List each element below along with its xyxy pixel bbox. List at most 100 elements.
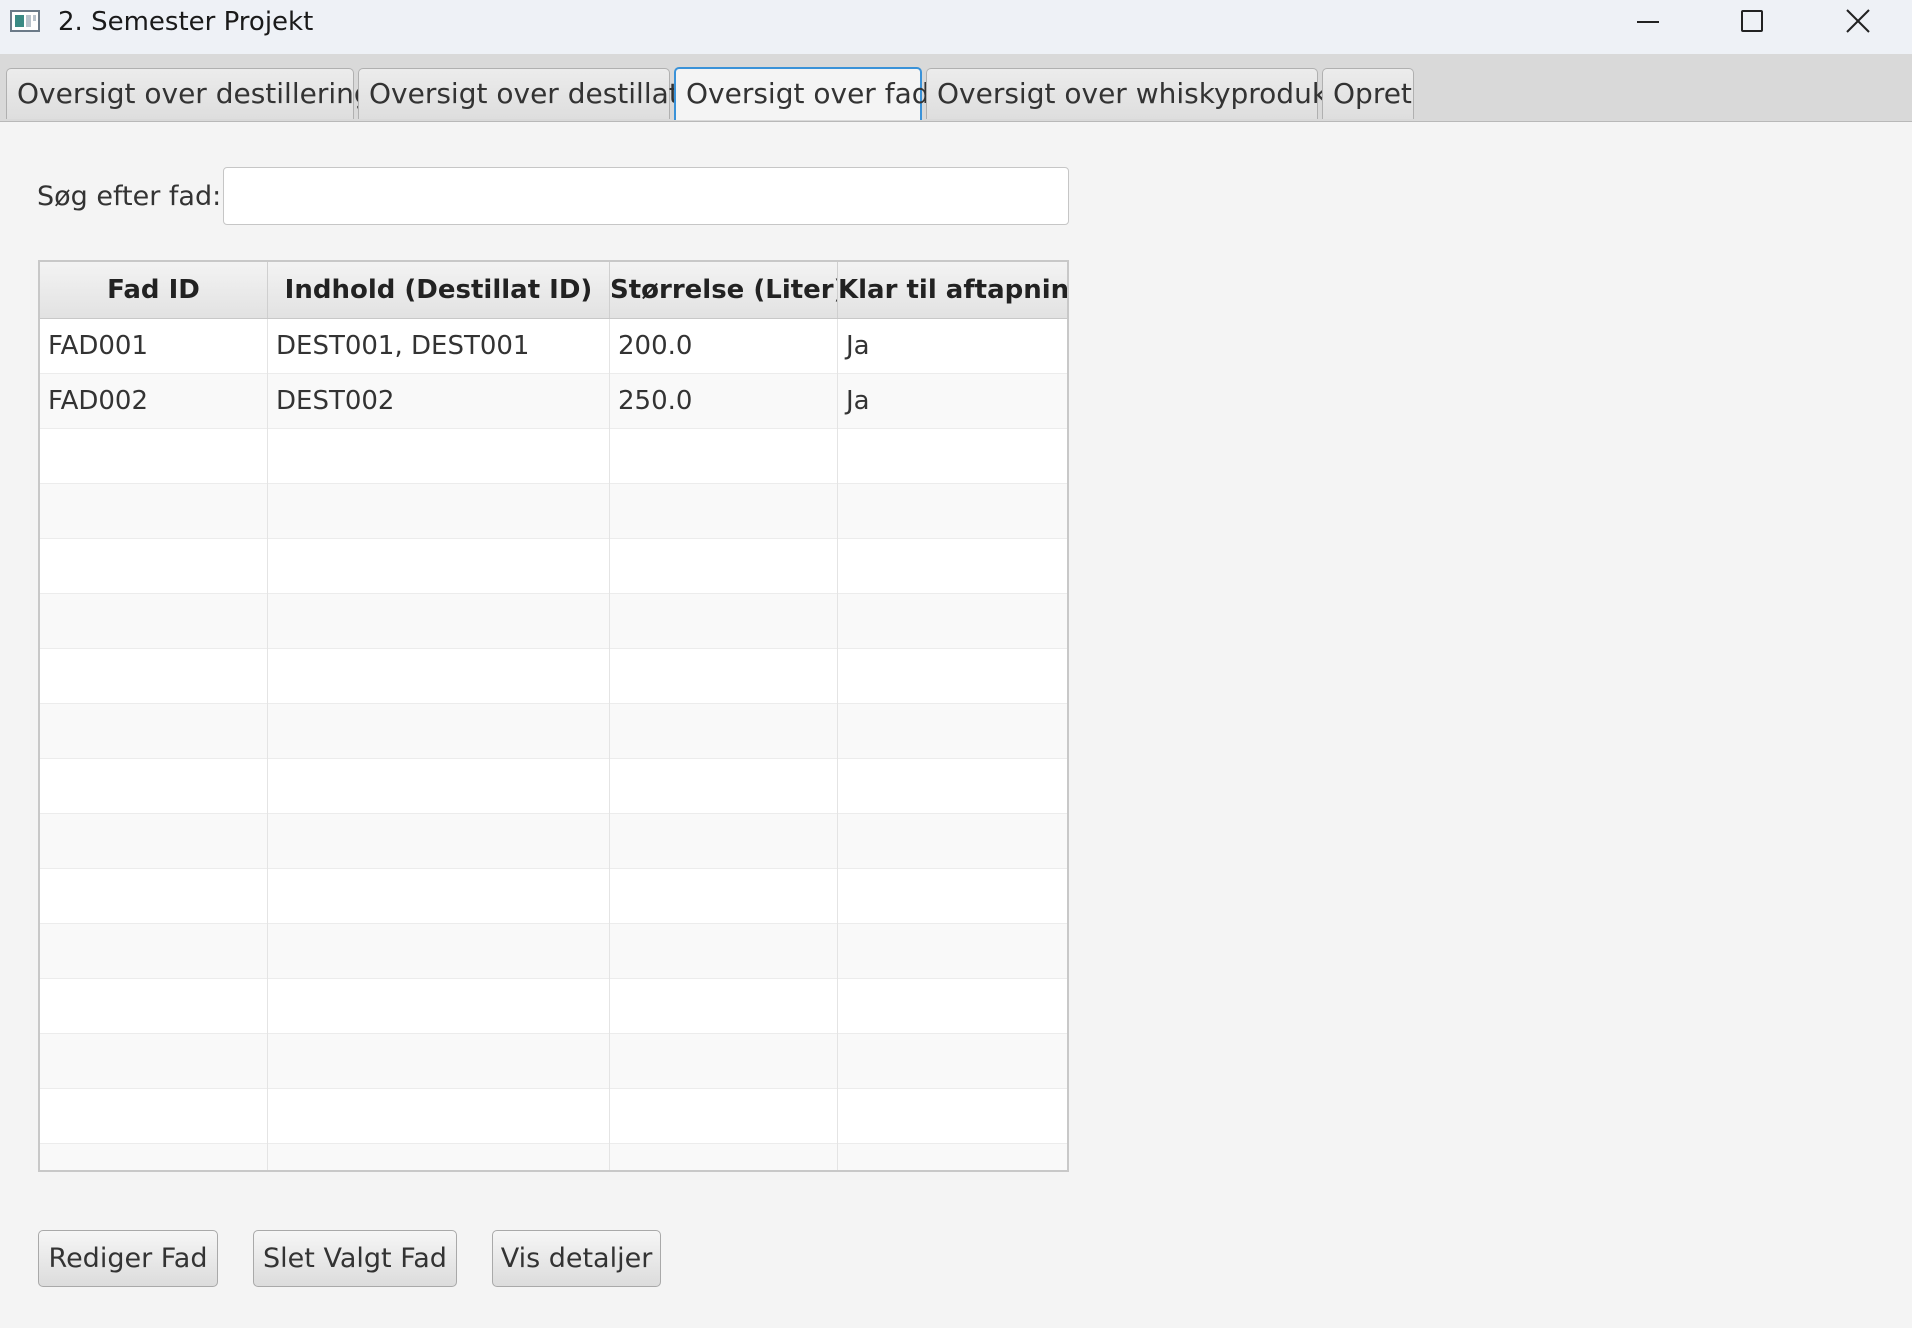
table-cell — [40, 539, 268, 594]
table-row[interactable] — [40, 594, 1067, 649]
table-row[interactable] — [40, 704, 1067, 759]
title-bar: 2. Semester Projekt — [0, 0, 1912, 54]
table-cell — [40, 814, 268, 869]
table-cell — [610, 429, 838, 484]
table-cell — [838, 594, 1067, 649]
table-cell — [610, 484, 838, 539]
table-cell — [268, 814, 610, 869]
tab-opret[interactable]: Opret — [1322, 68, 1414, 119]
table-cell — [838, 649, 1067, 704]
column-header-fad-id[interactable]: Fad ID — [40, 262, 268, 318]
table-cell — [268, 759, 610, 814]
barrel-table[interactable]: Fad ID Indhold (Destillat ID) Størrelse … — [38, 260, 1069, 1172]
table-cell — [838, 979, 1067, 1034]
table-cell — [268, 484, 610, 539]
app-icon — [10, 10, 40, 32]
delete-barrel-button[interactable]: Slet Valgt Fad — [253, 1230, 457, 1287]
table-cell — [40, 1034, 268, 1089]
table-cell — [40, 924, 268, 979]
table-cell — [610, 759, 838, 814]
show-details-button[interactable]: Vis detaljer — [492, 1230, 661, 1287]
table-row[interactable] — [40, 814, 1067, 869]
table-cell — [838, 924, 1067, 979]
edit-barrel-button[interactable]: Rediger Fad — [38, 1230, 218, 1287]
tab-bar: Oversigt over destilleringer Oversigt ov… — [0, 54, 1912, 122]
table-row[interactable] — [40, 869, 1067, 924]
table-cell — [268, 539, 610, 594]
table-row[interactable]: FAD002 DEST002 250.0 Ja — [40, 374, 1067, 429]
tab-destilleringer[interactable]: Oversigt over destilleringer — [6, 68, 400, 119]
maximize-button[interactable] — [1700, 0, 1804, 44]
table-cell — [838, 539, 1067, 594]
table-cell — [268, 594, 610, 649]
table-cell — [838, 759, 1067, 814]
table-cell — [610, 869, 838, 924]
table-cell — [268, 704, 610, 759]
tab-destillater[interactable]: Oversigt over destillater — [358, 68, 709, 119]
table-cell — [838, 704, 1067, 759]
minimize-button[interactable] — [1596, 0, 1700, 44]
table-cell — [40, 759, 268, 814]
table-cell — [40, 869, 268, 924]
minimize-icon — [1637, 21, 1659, 23]
column-header-stoerrelse[interactable]: Størrelse (Liter) — [610, 262, 838, 318]
table-cell: 200.0 — [610, 319, 838, 374]
table-cell — [610, 594, 838, 649]
table-cell — [838, 429, 1067, 484]
maximize-icon — [1741, 10, 1763, 32]
table-row[interactable] — [40, 1089, 1067, 1144]
table-row[interactable] — [40, 484, 1067, 539]
table-cell — [610, 649, 838, 704]
table-cell — [838, 869, 1067, 924]
close-button[interactable] — [1806, 0, 1910, 44]
table-header: Fad ID Indhold (Destillat ID) Størrelse … — [40, 262, 1067, 319]
search-label: Søg efter fad: — [37, 181, 222, 212]
tab-fade[interactable]: Oversigt over fade — [674, 67, 947, 120]
table-cell — [268, 1144, 610, 1170]
table-cell — [268, 429, 610, 484]
table-body: FAD001 DEST001, DEST001 200.0 Ja FAD002 DEST0… — [40, 319, 1067, 1170]
table-cell — [40, 979, 268, 1034]
table-cell — [610, 814, 838, 869]
table-cell — [610, 704, 838, 759]
table-cell — [40, 704, 268, 759]
table-cell — [40, 594, 268, 649]
close-icon — [1846, 9, 1870, 33]
table-cell — [268, 1089, 610, 1144]
table-cell — [838, 1089, 1067, 1144]
table-cell — [40, 484, 268, 539]
table-cell — [40, 649, 268, 704]
column-header-klar[interactable]: Klar til aftapning — [838, 262, 1067, 318]
table-cell — [838, 484, 1067, 539]
table-cell — [40, 429, 268, 484]
window-title: 2. Semester Projekt — [58, 7, 314, 37]
table-row[interactable] — [40, 539, 1067, 594]
table-cell — [268, 924, 610, 979]
table-cell: DEST002 — [268, 374, 610, 429]
table-cell: Ja — [846, 386, 870, 416]
table-cell: 250.0 — [610, 374, 838, 429]
search-input[interactable] — [223, 167, 1069, 225]
table-row[interactable] — [40, 759, 1067, 814]
table-cell — [268, 979, 610, 1034]
table-cell: Ja — [846, 331, 870, 361]
table-row[interactable] — [40, 1034, 1067, 1089]
table-cell — [268, 649, 610, 704]
table-row[interactable] — [40, 429, 1067, 484]
table-cell — [610, 924, 838, 979]
tab-whiskyprodukter[interactable]: Oversigt over whiskyprodukter — [926, 68, 1368, 119]
table-cell — [838, 814, 1067, 869]
table-cell: FAD002 — [40, 374, 268, 429]
table-cell — [838, 1034, 1067, 1089]
table-row[interactable] — [40, 1144, 1067, 1170]
table-cell — [268, 869, 610, 924]
table-cell — [610, 1144, 838, 1170]
table-cell — [610, 539, 838, 594]
table-row[interactable] — [40, 649, 1067, 704]
table-row[interactable] — [40, 924, 1067, 979]
column-header-indhold[interactable]: Indhold (Destillat ID) — [268, 262, 610, 318]
table-cell: DEST001, DEST001 — [268, 319, 610, 374]
table-row[interactable] — [40, 979, 1067, 1034]
app-window: 2. Semester Projekt Oversigt over destil… — [0, 0, 1912, 1328]
table-row[interactable]: FAD001 DEST001, DEST001 200.0 Ja — [40, 319, 1067, 374]
